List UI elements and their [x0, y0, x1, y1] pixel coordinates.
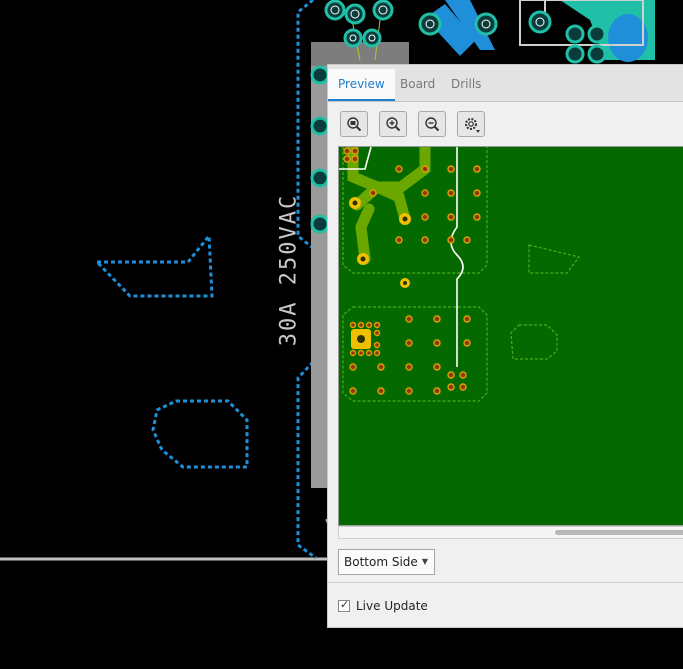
- settings-button[interactable]: [457, 111, 485, 137]
- tab-bar: Preview Board Drills: [328, 65, 683, 102]
- zoom-out-button[interactable]: [418, 111, 446, 137]
- checkmark-icon: ✓: [340, 598, 350, 611]
- chevron-down-icon: ▼: [421, 557, 428, 566]
- scrollbar-thumb[interactable]: [555, 530, 683, 535]
- zoom-out-icon: [425, 117, 440, 132]
- tab-board[interactable]: Board: [390, 69, 445, 101]
- live-update-label: Live Update: [356, 599, 428, 613]
- divider: [328, 582, 683, 583]
- board-preview-render: [339, 147, 683, 525]
- zoom-fit-button[interactable]: [340, 111, 368, 137]
- side-select-value: Bottom Side: [344, 555, 418, 569]
- silkscreen-label: 30A 250VAC: [276, 193, 302, 347]
- live-update-checkbox[interactable]: ✓: [338, 598, 350, 612]
- zoom-in-button[interactable]: [379, 111, 407, 137]
- tab-preview[interactable]: Preview: [328, 69, 395, 101]
- horizontal-scrollbar[interactable]: [338, 526, 683, 539]
- board-preview-view[interactable]: [338, 146, 683, 526]
- preview-panel: Preview Board Drills Bottom Side ▼ ✓ Liv…: [327, 64, 683, 628]
- gear-icon: [465, 118, 480, 133]
- side-select[interactable]: Bottom Side ▼: [338, 549, 435, 575]
- zoom-in-icon: [386, 117, 401, 132]
- zoom-fit-icon: [347, 117, 362, 132]
- tab-drills[interactable]: Drills: [441, 69, 491, 101]
